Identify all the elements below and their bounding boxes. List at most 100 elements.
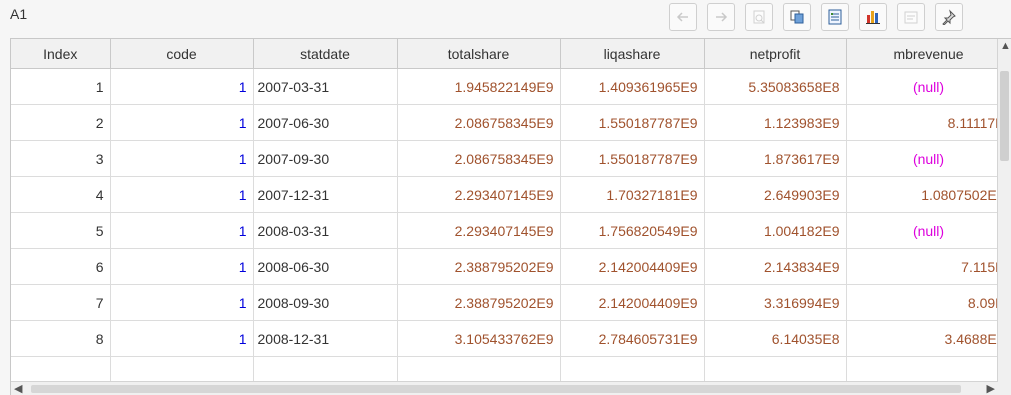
liqashare-cell[interactable]: 2.142004409E9 xyxy=(560,284,705,321)
arrow-right-icon xyxy=(716,12,728,22)
grid-viewer-window: A1 Index code statdate totalshare liqash… xyxy=(0,0,1011,395)
mbrevenue-cell[interactable]: (null) xyxy=(846,140,1011,177)
code-cell[interactable]: 1 xyxy=(110,320,254,357)
netprofit-cell[interactable]: 2.143834E9 xyxy=(704,248,847,285)
code-cell[interactable]: 1 xyxy=(110,140,254,177)
mbrevenue-cell[interactable]: 8.09E xyxy=(846,284,1011,321)
mbrevenue-cell[interactable]: (null) xyxy=(846,68,1011,105)
cell-reference: A1 xyxy=(10,6,28,22)
code-cell[interactable]: 1 xyxy=(110,104,254,141)
index-cell[interactable]: 3 xyxy=(11,140,111,177)
code-cell[interactable]: 1 xyxy=(110,248,254,285)
index-cell[interactable]: 7 xyxy=(11,284,111,321)
forward-button[interactable] xyxy=(707,3,735,31)
pin-button[interactable] xyxy=(935,3,963,31)
netprofit-cell[interactable]: 3.316994E9 xyxy=(704,284,847,321)
preview-icon xyxy=(753,10,765,24)
totalshare-cell[interactable]: 3.105433762E9 xyxy=(397,320,561,357)
top-bar: A1 xyxy=(0,0,1011,38)
liqashare-cell[interactable]: 1.409361965E9 xyxy=(560,68,705,105)
table-row[interactable]: 6 1 2008-06-30 2.388795202E9 2.142004409… xyxy=(11,248,1011,285)
index-cell[interactable]: 2 xyxy=(11,104,111,141)
index-cell[interactable]: 1 xyxy=(11,68,111,105)
index-cell[interactable]: 5 xyxy=(11,212,111,249)
statdate-cell[interactable]: 2007-09-30 xyxy=(253,140,398,177)
netprofit-cell[interactable]: 5.35083658E8 xyxy=(704,68,847,105)
list-icon xyxy=(828,9,842,25)
data-grid[interactable]: Index code statdate totalshare liqashare… xyxy=(10,38,1011,395)
table-row[interactable]: 2 1 2007-06-30 2.086758345E9 1.550187787… xyxy=(11,104,1011,141)
statdate-cell[interactable]: 2008-06-30 xyxy=(253,248,398,285)
column-header-mbrevenue[interactable]: mbrevenue xyxy=(846,39,1011,69)
back-button[interactable] xyxy=(669,3,697,31)
liqashare-cell[interactable]: 2.784605731E9 xyxy=(560,320,705,357)
properties-icon xyxy=(904,11,918,24)
data-table: Index code statdate totalshare liqashare… xyxy=(11,39,1011,393)
totalshare-cell[interactable]: 2.293407145E9 xyxy=(397,176,561,213)
properties-button[interactable] xyxy=(897,3,925,31)
chart-icon xyxy=(866,11,880,24)
index-cell[interactable]: 4 xyxy=(11,176,111,213)
liqashare-cell[interactable]: 1.70327181E9 xyxy=(560,176,705,213)
code-cell[interactable]: 1 xyxy=(110,212,254,249)
vertical-scrollbar[interactable]: ▲ xyxy=(997,39,1011,395)
table-row[interactable]: 4 1 2007-12-31 2.293407145E9 1.70327181E… xyxy=(11,176,1011,213)
copy-icon xyxy=(790,10,804,24)
column-header-statdate[interactable]: statdate xyxy=(253,39,398,69)
liqashare-cell[interactable]: 1.550187787E9 xyxy=(560,140,705,177)
table-row[interactable]: 8 1 2008-12-31 3.105433762E9 2.784605731… xyxy=(11,320,1011,357)
horizontal-scrollbar[interactable]: ◀ ▶ xyxy=(11,381,998,395)
code-cell[interactable]: 1 xyxy=(110,284,254,321)
totalshare-cell[interactable]: 2.086758345E9 xyxy=(397,140,561,177)
preview-button[interactable] xyxy=(745,3,773,31)
netprofit-cell[interactable]: 2.649903E9 xyxy=(704,176,847,213)
netprofit-cell[interactable]: 1.873617E9 xyxy=(704,140,847,177)
chart-button[interactable] xyxy=(859,3,887,31)
totalshare-cell[interactable]: 2.388795202E9 xyxy=(397,248,561,285)
index-cell[interactable]: 6 xyxy=(11,248,111,285)
mbrevenue-cell[interactable]: 8.11117E xyxy=(846,104,1011,141)
totalshare-cell[interactable]: 1.945822149E9 xyxy=(397,68,561,105)
column-header-code[interactable]: code xyxy=(110,39,254,69)
netprofit-cell[interactable]: 1.123983E9 xyxy=(704,104,847,141)
horizontal-scroll-thumb[interactable] xyxy=(31,385,961,393)
statdate-cell[interactable]: 2007-03-31 xyxy=(253,68,398,105)
mbrevenue-cell[interactable]: 3.4688E1 xyxy=(846,320,1011,357)
statdate-cell[interactable]: 2007-06-30 xyxy=(253,104,398,141)
netprofit-cell[interactable]: 6.14035E8 xyxy=(704,320,847,357)
statdate-cell[interactable]: 2007-12-31 xyxy=(253,176,398,213)
code-cell[interactable]: 1 xyxy=(110,68,254,105)
copy-button[interactable] xyxy=(783,3,811,31)
table-row[interactable]: 7 1 2008-09-30 2.388795202E9 2.142004409… xyxy=(11,284,1011,321)
scroll-right-icon[interactable]: ▶ xyxy=(987,382,995,395)
column-header-totalshare[interactable]: totalshare xyxy=(397,39,561,69)
index-cell[interactable]: 8 xyxy=(11,320,111,357)
table-row[interactable]: 1 1 2007-03-31 1.945822149E9 1.409361965… xyxy=(11,68,1011,105)
mbrevenue-cell[interactable]: 7.115E xyxy=(846,248,1011,285)
totalshare-cell[interactable]: 2.388795202E9 xyxy=(397,284,561,321)
totalshare-cell[interactable]: 2.086758345E9 xyxy=(397,104,561,141)
mbrevenue-cell[interactable]: (null) xyxy=(846,212,1011,249)
list-button[interactable] xyxy=(821,3,849,31)
header-row: Index code statdate totalshare liqashare… xyxy=(11,39,1011,69)
column-header-index[interactable]: Index xyxy=(11,39,111,69)
mbrevenue-cell[interactable]: 1.0807502E1 xyxy=(846,176,1011,213)
arrow-left-icon xyxy=(676,12,688,22)
statdate-cell[interactable]: 2008-09-30 xyxy=(253,284,398,321)
statdate-cell[interactable]: 2008-12-31 xyxy=(253,320,398,357)
table-row[interactable]: 3 1 2007-09-30 2.086758345E9 1.550187787… xyxy=(11,140,1011,177)
statdate-cell[interactable]: 2008-03-31 xyxy=(253,212,398,249)
table-row[interactable]: 5 1 2008-03-31 2.293407145E9 1.756820549… xyxy=(11,212,1011,249)
liqashare-cell[interactable]: 1.550187787E9 xyxy=(560,104,705,141)
liqashare-cell[interactable]: 2.142004409E9 xyxy=(560,248,705,285)
column-header-liqashare[interactable]: liqashare xyxy=(560,39,705,69)
pin-icon xyxy=(942,9,956,25)
code-cell[interactable]: 1 xyxy=(110,176,254,213)
scroll-up-icon[interactable]: ▲ xyxy=(1000,39,1011,53)
netprofit-cell[interactable]: 1.004182E9 xyxy=(704,212,847,249)
scroll-left-icon[interactable]: ◀ xyxy=(14,382,22,395)
column-header-netprofit[interactable]: netprofit xyxy=(704,39,847,69)
totalshare-cell[interactable]: 2.293407145E9 xyxy=(397,212,561,249)
vertical-scroll-thumb[interactable] xyxy=(1000,71,1009,161)
liqashare-cell[interactable]: 1.756820549E9 xyxy=(560,212,705,249)
